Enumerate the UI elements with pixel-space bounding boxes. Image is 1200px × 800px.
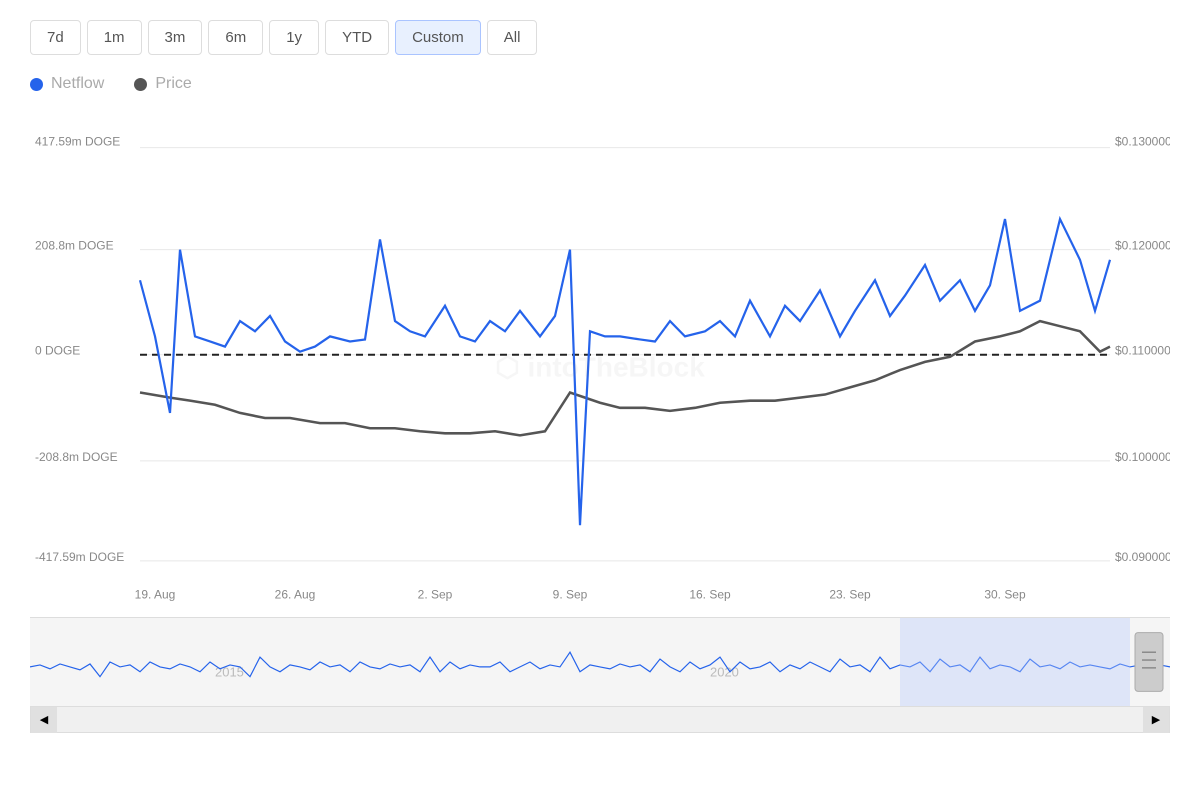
svg-text:$0.120000: $0.120000: [1115, 239, 1170, 253]
svg-text:417.59m DOGE: 417.59m DOGE: [35, 134, 120, 148]
svg-text:208.8m DOGE: 208.8m DOGE: [35, 239, 114, 253]
btn-all[interactable]: All: [487, 20, 538, 55]
btn-custom[interactable]: Custom: [395, 20, 481, 55]
legend-netflow: Netflow: [30, 75, 104, 93]
btn-ytd[interactable]: YTD: [325, 20, 389, 55]
main-chart: ⬡ intoTheBlock 417.59m DOGE 208.8m DOGE …: [30, 117, 1170, 617]
svg-text:$0.100000: $0.100000: [1115, 450, 1170, 464]
scroll-bar: ◀ ▶: [30, 707, 1170, 733]
svg-text:9. Sep: 9. Sep: [553, 588, 588, 602]
svg-text:-208.8m DOGE: -208.8m DOGE: [35, 450, 118, 464]
chart-svg: 417.59m DOGE 208.8m DOGE 0 DOGE -208.8m …: [30, 117, 1170, 617]
chart-legend: Netflow Price: [30, 75, 1170, 93]
scroll-track[interactable]: [57, 707, 1143, 732]
netflow-dot: [30, 78, 43, 91]
legend-price: Price: [134, 75, 191, 93]
svg-text:26. Aug: 26. Aug: [275, 588, 316, 602]
svg-text:2. Sep: 2. Sep: [418, 588, 453, 602]
btn-6m[interactable]: 6m: [208, 20, 263, 55]
svg-text:16. Sep: 16. Sep: [689, 588, 731, 602]
btn-1y[interactable]: 1y: [269, 20, 319, 55]
svg-text:30. Sep: 30. Sep: [984, 588, 1026, 602]
svg-text:23. Sep: 23. Sep: [829, 588, 871, 602]
svg-text:$0.090000: $0.090000: [1115, 550, 1170, 564]
btn-1m[interactable]: 1m: [87, 20, 142, 55]
price-dot: [134, 78, 147, 91]
netflow-line: [140, 219, 1110, 525]
main-container: 7d 1m 3m 6m 1y YTD Custom All Netflow Pr…: [0, 0, 1200, 800]
svg-text:$0.110000: $0.110000: [1115, 344, 1170, 358]
svg-text:$0.130000: $0.130000: [1115, 134, 1170, 148]
scroll-right-button[interactable]: ▶: [1143, 707, 1169, 733]
netflow-label: Netflow: [51, 75, 104, 93]
overview-svg: 2015 2020: [30, 618, 1170, 706]
overview-chart: 2015 2020: [30, 617, 1170, 707]
svg-text:0 DOGE: 0 DOGE: [35, 344, 80, 358]
svg-text:-417.59m DOGE: -417.59m DOGE: [35, 550, 124, 564]
scroll-handle[interactable]: [1135, 633, 1163, 692]
time-range-selector: 7d 1m 3m 6m 1y YTD Custom All: [30, 20, 1170, 55]
price-label: Price: [155, 75, 191, 93]
scroll-left-button[interactable]: ◀: [31, 707, 57, 733]
svg-text:19. Aug: 19. Aug: [135, 588, 176, 602]
btn-7d[interactable]: 7d: [30, 20, 81, 55]
selected-range[interactable]: [900, 618, 1130, 706]
btn-3m[interactable]: 3m: [148, 20, 203, 55]
